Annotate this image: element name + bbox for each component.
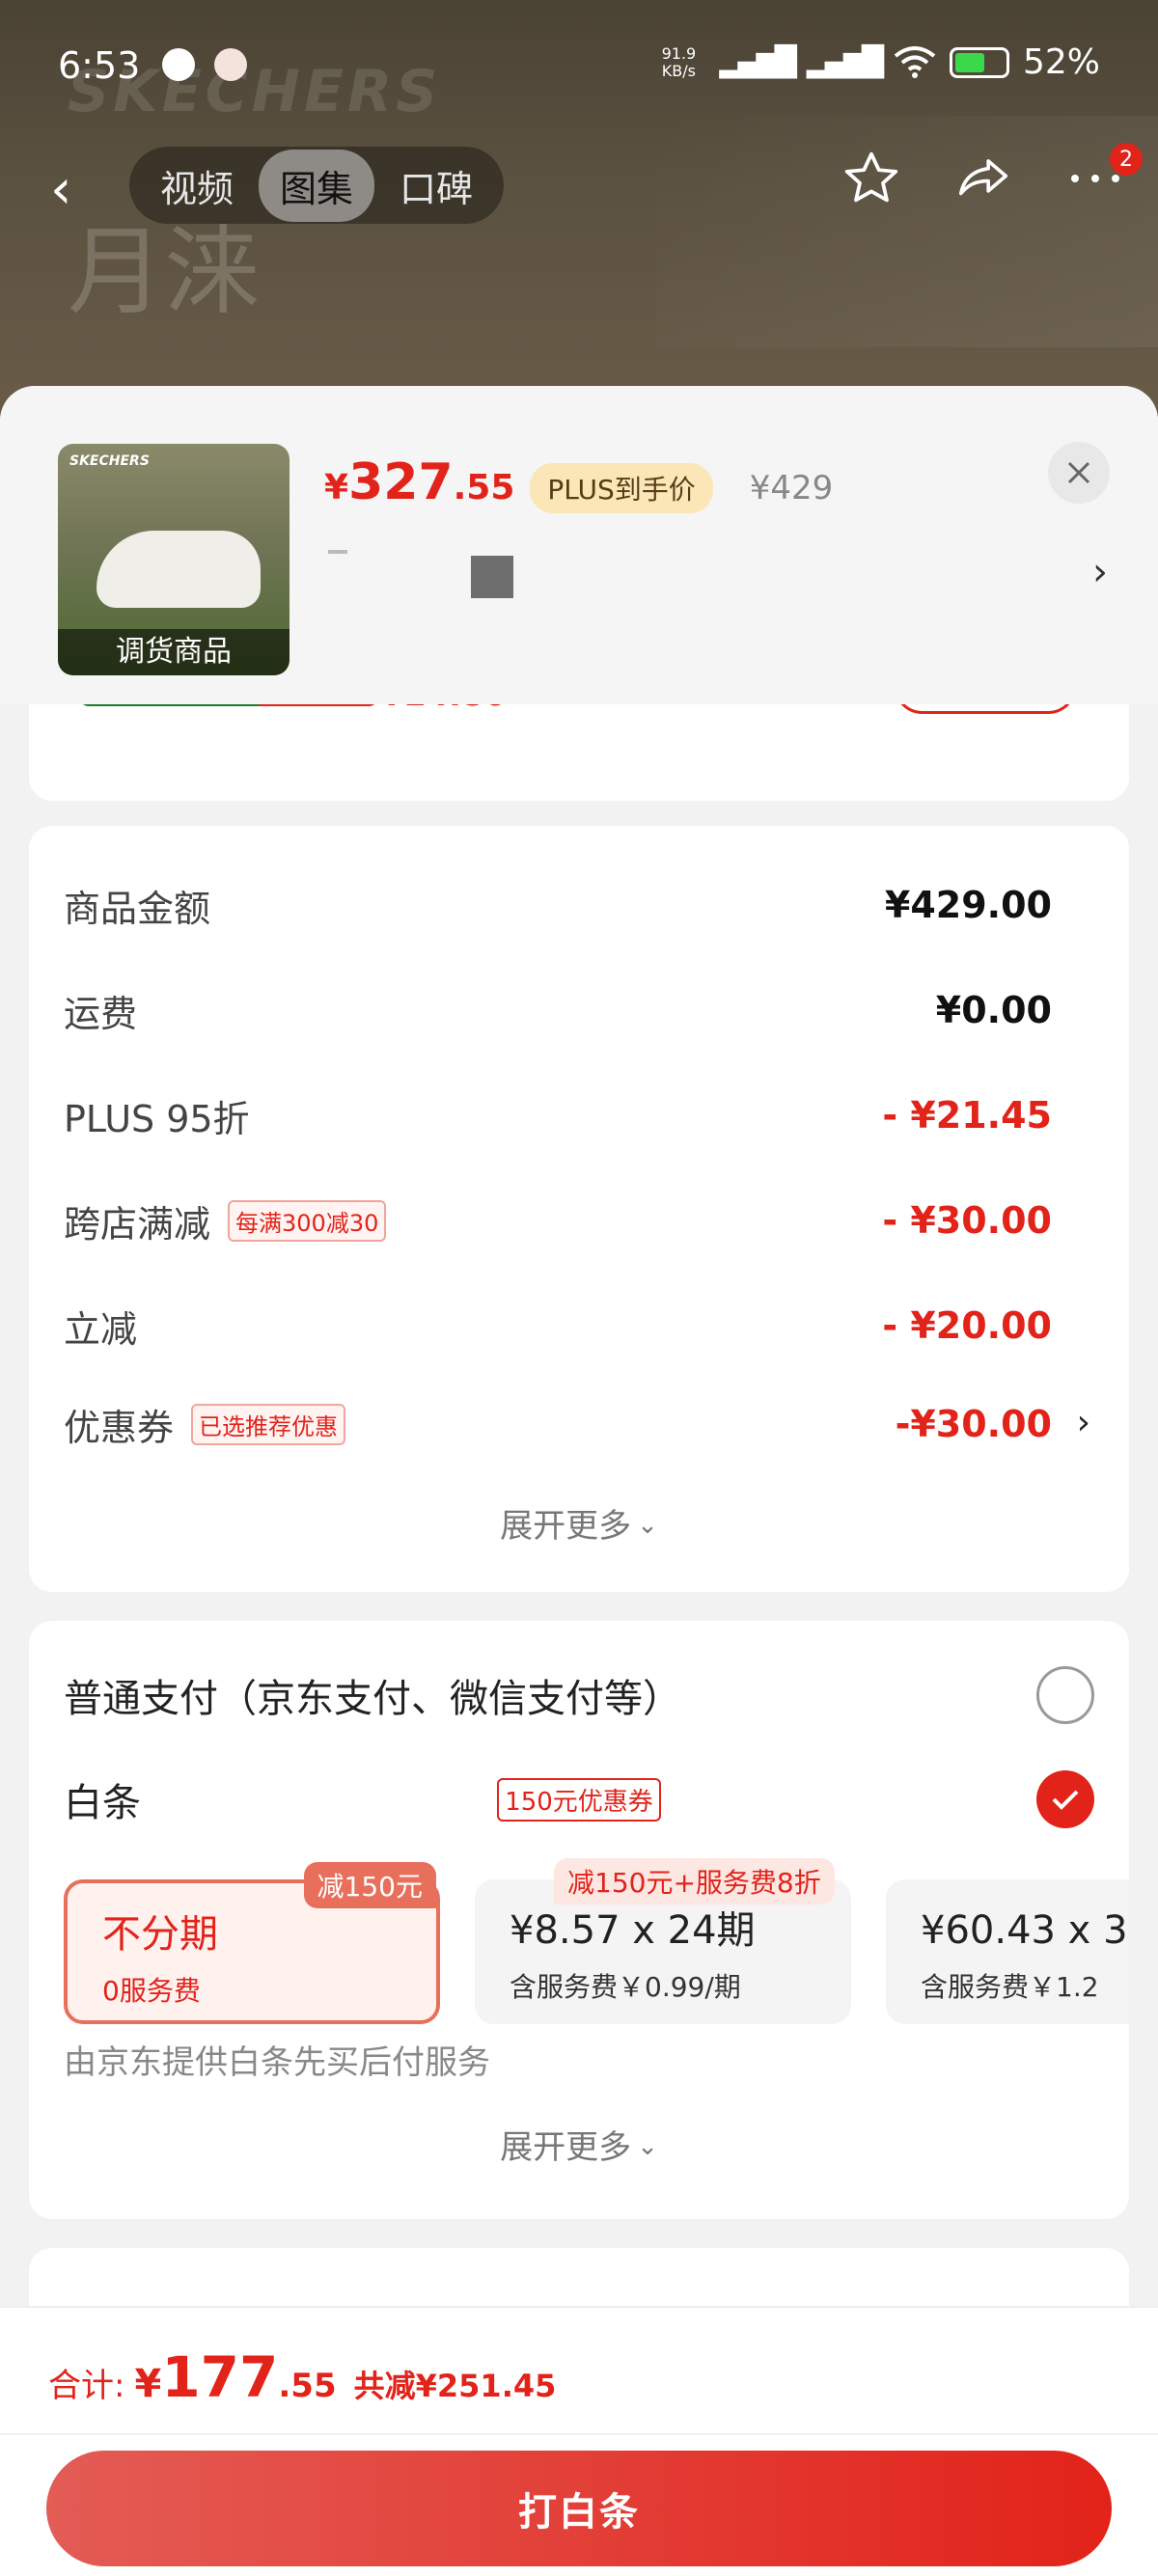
installment-option-24[interactable]: 减150元+服务费8折 ¥8.57 x 24期 含服务费￥0.99/期 xyxy=(475,1858,851,2024)
total-currency: ¥ xyxy=(134,2362,162,2406)
cost-row-instant-off: 立减 - ¥20.00 xyxy=(64,1297,1052,1355)
payment-normal-row[interactable]: 普通支付（京东支付、微信支付等） xyxy=(64,1661,1094,1729)
expand-more-payment[interactable]: 展开更多 ⌄ xyxy=(29,2121,1129,2168)
cost-value: -¥30.00 xyxy=(895,1403,1052,1445)
expand-label: 展开更多 xyxy=(500,1507,632,1546)
notification-app-icon xyxy=(214,48,247,81)
media-tabs: 视频 图集 口碑 xyxy=(129,147,505,224)
variant-chevron-icon[interactable]: › xyxy=(1092,550,1108,594)
cost-row-shipping: 运费 ¥0.00 xyxy=(64,981,1052,1039)
thumb-tag: 调货商品 xyxy=(58,629,290,675)
pay-baitiao-button[interactable]: 打白条 xyxy=(46,2451,1112,2566)
cost-value: ¥0.00 xyxy=(935,989,1052,1031)
status-bar: 6:53 91.9 KB/s ▂▄▆█ ▂▄▆█ 52% xyxy=(0,39,1158,96)
network-speed: 91.9 KB/s xyxy=(661,43,697,80)
cost-value: - ¥30.00 xyxy=(882,1199,1052,1242)
plus-price-chip: PLUS到手价 xyxy=(530,463,713,513)
more-icon[interactable]: 2 xyxy=(1062,143,1143,212)
product-summary: SKECHERS 调货商品 ¥327.55 PLUS到手价 ¥429 › xyxy=(0,386,1158,704)
chevron-down-icon: ⌄ xyxy=(637,1511,658,1540)
tab-video[interactable]: 视频 xyxy=(139,150,255,222)
option-title: ¥60.43 x 3期 xyxy=(921,1908,1129,1953)
thumb-brand: SKECHERS xyxy=(69,453,150,469)
close-icon xyxy=(1067,461,1090,484)
option-subtitle: 含服务费￥1.2 xyxy=(921,1971,1099,2003)
chevron-down-icon: ⌄ xyxy=(637,2132,658,2161)
battery-icon xyxy=(949,46,1009,78)
order-total: 合计: ¥ 177 .55 共减¥251.45 xyxy=(48,2344,556,2410)
payment-normal-label: 普通支付（京东支付、微信支付等） xyxy=(64,1677,681,1721)
share-icon[interactable] xyxy=(950,145,1017,212)
notification-badge: 2 xyxy=(1110,143,1143,176)
plus-price: ¥327.55 xyxy=(324,453,515,511)
tab-gallery[interactable]: 图集 xyxy=(259,149,375,222)
payment-normal-radio[interactable] xyxy=(1036,1666,1094,1724)
installment-options: 减150元 不分期 0服务费 减150元+服务费8折 ¥8.57 x 24期 含… xyxy=(64,1858,1129,2034)
variant-swatch xyxy=(471,556,513,598)
baitiao-coupon-chip: 150元优惠券 xyxy=(497,1777,661,1822)
status-time: 6:53 xyxy=(58,44,141,87)
cost-label: 跨店满减 xyxy=(64,1202,211,1246)
tab-reviews[interactable]: 口碑 xyxy=(378,150,494,222)
payment-method-card: 普通支付（京东支付、微信支付等） 白条 150元优惠券 减150元 不分期 0服… xyxy=(29,1621,1129,2219)
signal-icon: ▂▄▆█ xyxy=(719,45,796,79)
cost-value: ¥429.00 xyxy=(884,884,1052,926)
option-title: 不分期 xyxy=(102,1912,218,1957)
back-icon[interactable]: ‹ xyxy=(50,158,71,221)
qq-app-icon xyxy=(162,48,195,81)
check-icon xyxy=(1052,1790,1079,1810)
cost-row-coupon[interactable]: 优惠券 已选推荐优惠 -¥30.00 xyxy=(64,1395,1052,1453)
cost-value: - ¥20.00 xyxy=(882,1304,1052,1347)
coupon-tag: 已选推荐优惠 xyxy=(191,1403,346,1445)
star-icon[interactable] xyxy=(838,145,905,212)
checkout-sheet: SKECHERS 调货商品 ¥327.55 PLUS到手价 ¥429 › ¥14… xyxy=(0,386,1158,2576)
coupon-chevron-icon[interactable]: › xyxy=(1077,1403,1090,1442)
payment-baitiao-row[interactable]: 白条 150元优惠券 xyxy=(64,1766,1094,1833)
cost-label: 立减 xyxy=(64,1307,138,1351)
total-savings: 共减¥251.45 xyxy=(353,2368,557,2404)
baitiao-note: 由京东提供白条先买后付服务 xyxy=(64,2043,490,2082)
promo-tag: 每满300减30 xyxy=(228,1199,387,1242)
installment-option-none[interactable]: 减150元 不分期 0服务费 xyxy=(64,1862,440,2024)
divider xyxy=(0,2433,1158,2435)
cost-label: PLUS 95折 xyxy=(64,1097,250,1140)
original-price: ¥429 xyxy=(749,469,834,507)
expand-more-costs[interactable]: 展开更多 ⌄ xyxy=(29,1499,1129,1547)
option-title: ¥8.57 x 24期 xyxy=(510,1908,756,1953)
cost-row-plus-discount: PLUS 95折 - ¥21.45 xyxy=(64,1086,1052,1144)
checkout-bottom-bar: 合计: ¥ 177 .55 共减¥251.45 打白条 xyxy=(0,2306,1158,2576)
top-nav: ‹ 视频 图集 口碑 2 xyxy=(0,135,1158,232)
option-subtitle: 含服务费￥0.99/期 xyxy=(510,1971,741,2003)
total-label: 合计: xyxy=(48,2367,125,2405)
payment-baitiao-label: 白条 xyxy=(64,1781,141,1825)
installment-option-3[interactable]: ¥60.43 x 3期 含服务费￥1.2 xyxy=(886,1879,1129,2024)
option-badge: 减150元+服务费8折 xyxy=(554,1858,835,1905)
expand-label: 展开更多 xyxy=(500,2128,632,2167)
option-subtitle: 0服务费 xyxy=(102,1975,201,2007)
wifi-icon xyxy=(894,45,936,78)
cost-label: 运费 xyxy=(64,992,138,1035)
signal-icon-2: ▂▄▆█ xyxy=(806,45,884,79)
shoe-image xyxy=(96,531,261,608)
total-amount: 177 xyxy=(161,2344,279,2410)
cost-label: 优惠券 xyxy=(64,1406,175,1449)
cost-row-goods: 商品金额 ¥429.00 xyxy=(64,876,1052,934)
cost-breakdown-card: 商品金额 ¥429.00 运费 ¥0.00 PLUS 95折 - ¥21.45 … xyxy=(29,826,1129,1592)
cost-value: - ¥21.45 xyxy=(882,1094,1052,1137)
price-row: ¥327.55 PLUS到手价 ¥429 xyxy=(324,453,833,513)
total-decimal: .55 xyxy=(278,2367,337,2405)
payment-baitiao-radio[interactable] xyxy=(1035,1770,1094,1828)
product-thumbnail[interactable]: SKECHERS 调货商品 xyxy=(58,444,290,675)
cost-row-cross-store[interactable]: 跨店满减 每满300减30 - ¥30.00 xyxy=(64,1192,1052,1249)
close-button[interactable] xyxy=(1048,442,1110,504)
cost-label: 商品金额 xyxy=(64,887,211,930)
option-badge: 减150元 xyxy=(303,1862,436,1908)
battery-percent: 52% xyxy=(1022,42,1100,82)
variant-text xyxy=(328,550,347,562)
